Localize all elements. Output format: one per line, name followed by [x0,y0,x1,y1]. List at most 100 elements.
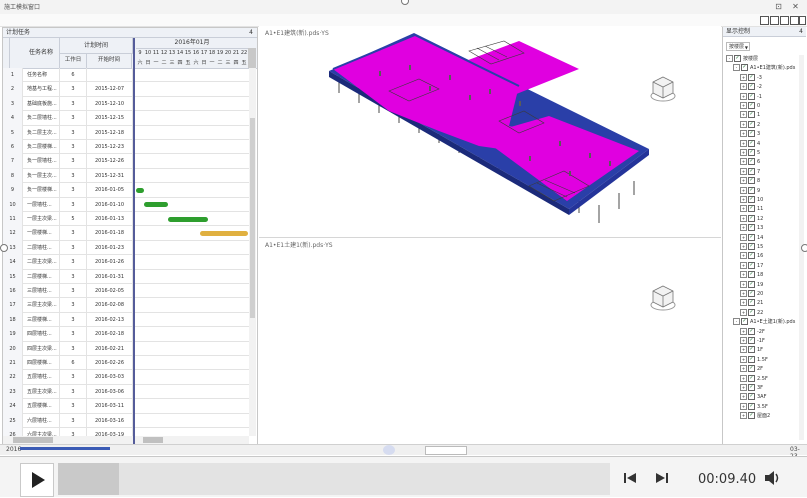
tree-item[interactable]: + ✓ 15 [740,243,763,252]
tree-item[interactable]: + ✓ 2F [740,365,763,374]
tree-item[interactable]: + ✓ -3 [740,73,762,83]
expand-toggle-icon[interactable]: + [740,384,747,391]
tree-item[interactable]: + ✓ 9 [740,186,760,196]
checkbox[interactable]: ✓ [748,355,755,363]
tree-item[interactable]: + ✓ 1F [740,346,763,355]
expand-toggle-icon[interactable]: + [740,214,747,222]
checkbox[interactable]: ✓ [748,177,755,185]
splitter[interactable] [133,38,135,68]
tree-item[interactable]: + ✓ 13 [740,224,763,233]
timeline-handle[interactable] [383,445,395,455]
expand-toggle-icon[interactable]: + [740,271,747,279]
table-row[interactable]: 3 基础底板施... 3 2015-12-10 [3,96,249,112]
h-scroll-thumb-right[interactable] [143,437,163,443]
tree-item[interactable]: + ✓ 18 [740,271,763,280]
play-button[interactable] [20,463,54,497]
expand-toggle-icon[interactable]: + [740,327,747,335]
previous-frame-icon[interactable] [622,470,638,486]
expand-toggle-icon[interactable]: + [740,205,747,213]
checkbox[interactable]: ✓ [748,233,755,241]
expand-toggle-icon[interactable]: + [740,243,747,250]
filter-dropdown[interactable]: 按楼层 ▼ [726,42,750,51]
expand-toggle-icon[interactable]: + [740,167,747,175]
table-row[interactable]: 16 三层墙柱... 3 2016-02-05 [3,284,249,299]
tree-item[interactable]: + ✓ 2.5F [740,374,768,384]
pin-icon-right[interactable]: 4 [799,27,803,37]
seek-bar[interactable] [58,463,610,495]
header-scroll-thumb[interactable] [248,48,256,68]
checkbox[interactable]: ✓ [748,120,755,128]
checkbox[interactable]: ✓ [748,243,755,250]
expand-toggle-icon[interactable]: + [740,177,747,185]
expand-toggle-icon[interactable]: + [740,412,747,420]
tree-item[interactable]: + ✓ -2F [740,327,765,337]
table-row[interactable]: 25 六层墙柱... 3 2016-03-16 [3,413,249,428]
model-viewport-bottom[interactable]: A1•E1土建1(新).pds·YS [259,237,721,445]
tree-item[interactable]: + ✓ 0 [740,102,760,111]
table-row[interactable]: 24 五层楼梯... 3 2016-03-11 [3,399,249,414]
tree-item[interactable]: + ✓ 屋面2 [740,412,770,421]
close-window-button[interactable]: ✕ [790,1,801,12]
expand-toggle-icon[interactable]: + [740,102,747,109]
tree-item[interactable]: + ✓ 7 [740,167,760,177]
gantt-bar[interactable] [144,202,168,208]
building-model-top[interactable] [319,31,649,236]
checkbox[interactable]: ✓ [748,149,755,156]
table-row[interactable]: 13 二层墙柱... 3 2016-01-23 [3,240,249,256]
table-row[interactable]: 21 四层楼梯... 6 2016-02-26 [3,356,249,371]
checkbox[interactable]: ✓ [748,205,755,213]
expand-toggle-icon[interactable]: + [740,92,747,100]
table-row[interactable]: 18 三层楼梯... 3 2016-02-13 [3,312,249,328]
gantt-bar[interactable] [168,216,208,222]
checkbox[interactable]: ✓ [748,214,755,222]
expand-toggle-icon[interactable]: + [740,290,747,297]
checkbox[interactable]: ✓ [748,327,755,335]
tree-item[interactable]: + ✓ 5 [740,149,760,158]
table-row[interactable]: 17 三层主次梁... 3 2016-02-08 [3,298,249,313]
checkbox[interactable]: ✓ [748,402,755,410]
tree-item[interactable]: - ✓ 按楼层 [726,55,758,64]
checkbox[interactable]: ✓ [748,111,755,119]
table-row[interactable]: 9 负一层楼梯... 3 2016-01-05 [3,183,249,198]
checkbox[interactable]: ✓ [748,252,755,260]
tree-item[interactable]: + ✓ 16 [740,252,763,261]
resize-handle-left[interactable] [0,244,8,252]
tree-item[interactable]: - ✓ A1•E1建筑(新).pds [733,64,795,73]
pin-window-icon[interactable]: ⊡ [773,1,784,12]
horizontal-scrollbar-left[interactable] [3,436,133,444]
tree-item[interactable]: + ✓ 20 [740,290,763,299]
expand-toggle-icon[interactable]: + [740,355,747,363]
checkbox[interactable]: ✓ [748,290,755,297]
table-row[interactable]: 5 负二层主次... 3 2015-12-18 [3,125,249,140]
table-row[interactable]: 22 五层墙柱... 3 2016-03-03 [3,370,249,385]
checkbox[interactable]: ✓ [748,384,755,391]
tree-item[interactable]: + ✓ 11 [740,205,763,214]
tree-item[interactable]: + ✓ 17 [740,261,763,271]
tree-item[interactable]: + ✓ -1 [740,92,762,102]
expand-toggle-icon[interactable]: + [740,158,747,166]
checkbox[interactable]: ✓ [741,318,748,326]
checkbox[interactable]: ✓ [748,139,755,147]
tree-item[interactable]: + ✓ -1F [740,337,765,346]
tree-item[interactable]: + ✓ 2 [740,120,760,130]
pin-icon[interactable]: 4 [249,28,253,38]
schedule-timeline[interactable]: 2016 03-23 [0,444,807,460]
checkbox[interactable]: ✓ [748,271,755,279]
checkbox[interactable]: ✓ [748,186,755,194]
checkbox[interactable]: ✓ [748,224,755,232]
tree-item[interactable]: + ✓ -2 [740,83,762,92]
tree-item[interactable]: + ✓ 1 [740,111,760,120]
checkbox[interactable]: ✓ [748,73,755,81]
horizontal-scrollbar-right[interactable] [135,436,249,444]
tree-item[interactable]: + ✓ 4 [740,139,760,149]
expand-toggle-icon[interactable]: + [740,280,747,288]
checkbox[interactable]: ✓ [748,393,755,401]
expand-toggle-icon[interactable]: + [740,233,747,241]
checkbox[interactable]: ✓ [748,167,755,175]
table-row[interactable]: 19 四层墙柱... 3 2016-02-18 [3,327,249,342]
tree-item[interactable]: + ✓ 3 [740,130,760,139]
checkbox[interactable]: ✓ [748,299,755,307]
column-header-task-name[interactable]: 任务名称 [23,38,60,68]
expand-toggle-icon[interactable]: + [740,224,747,232]
tree-item[interactable]: + ✓ 3AF [740,393,766,402]
